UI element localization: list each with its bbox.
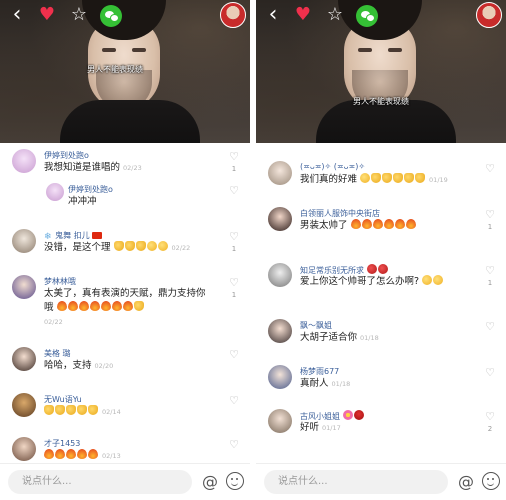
comment-text: 02/14: [44, 405, 121, 419]
comment-input[interactable]: 说点什么...: [264, 470, 448, 494]
comment-text: 好听 01/17: [300, 422, 341, 433]
video-jacket: [60, 100, 200, 143]
heart-icon[interactable]: ♥: [292, 4, 314, 26]
like-icon[interactable]: ♡: [483, 367, 497, 378]
like-icon[interactable]: ♡: [483, 321, 497, 332]
comment-text: 真耐人 01/18: [300, 378, 351, 389]
commenter-avatar[interactable]: [12, 275, 36, 299]
video-caption: 男人不能表现绩: [87, 65, 143, 74]
commenter-avatar[interactable]: [268, 365, 292, 389]
author-avatar[interactable]: [220, 2, 246, 28]
wechat-icon[interactable]: [356, 5, 378, 27]
commenter-avatar[interactable]: [12, 229, 36, 253]
top-bar: ‹ ♥ ☆: [256, 0, 506, 32]
commenter-avatar[interactable]: [12, 347, 36, 371]
comment-list[interactable]: 伊婷到处跑o 我想知道是谁唱的 02/23 ♡ 1 伊婷到处跑o 冲冲冲 ♡ ❄ …: [0, 143, 250, 463]
top-bar: ‹ ♥ ☆: [0, 0, 250, 32]
video-eye-right: [132, 48, 146, 52]
comment-text: 男装太帅了: [300, 219, 417, 233]
like-icon[interactable]: ♡: [227, 185, 241, 196]
comment-text: 哈哈，支持 02/20: [44, 360, 114, 371]
commenter-name[interactable]: 美格 璐: [44, 348, 71, 359]
comment-text: 我们真的好难 01/19: [300, 173, 448, 185]
like-icon[interactable]: ♡: [483, 163, 497, 174]
like-icon[interactable]: ♡: [227, 395, 241, 406]
commenter-avatar[interactable]: [268, 161, 292, 185]
like-count: 1: [231, 245, 237, 253]
commenter-avatar[interactable]: [268, 263, 292, 287]
like-icon[interactable]: ♡: [227, 277, 241, 288]
commenter-name[interactable]: 白领丽人服饰中央街店: [300, 208, 380, 219]
comment-text: 冲冲冲: [68, 196, 97, 207]
comment-list[interactable]: (≖ᴗ≖)✧ (≖ᴗ≖)✧ 我们真的好难 01/19 ♡ 白领丽人服饰中央街店 …: [256, 143, 506, 463]
like-count: 1: [231, 291, 237, 299]
comment-text: 太美了，真有表演的天赋，鼎力支持你哦 02/22: [44, 288, 206, 326]
like-icon[interactable]: ♡: [227, 439, 241, 450]
left-screen: 男人不能表现绩 ‹ ♥ ☆ 伊婷到处跑o 我想知道是谁唱的 02/23 ♡ 1 伊…: [0, 0, 250, 500]
author-avatar[interactable]: [476, 2, 502, 28]
comment-bar: 说点什么... @: [256, 463, 506, 500]
commenter-avatar[interactable]: [268, 409, 292, 433]
wechat-icon[interactable]: [100, 5, 122, 27]
video-caption: 男人不能表现绩: [353, 97, 409, 106]
commenter-name[interactable]: 无Wu语Yu: [44, 394, 82, 405]
emoji-icon[interactable]: [482, 472, 500, 490]
commenter-name[interactable]: 梦林林哦: [44, 276, 76, 287]
back-icon[interactable]: ‹: [6, 4, 28, 26]
commenter-avatar[interactable]: [12, 149, 36, 173]
like-icon[interactable]: ♡: [483, 209, 497, 220]
right-screen: 男人不能表现绩 ‹ ♥ ☆ (≖ᴗ≖)✧ (≖ᴗ≖)✧ 我们真的好难 01/19…: [256, 0, 506, 500]
commenter-avatar[interactable]: [12, 437, 36, 461]
comment-text: 没错，是这个理 02/22: [44, 241, 191, 253]
comment-input[interactable]: 说点什么...: [8, 470, 192, 494]
commenter-avatar[interactable]: [268, 207, 292, 231]
comment-bar: 说点什么... @: [0, 463, 250, 500]
like-count: 1: [231, 165, 237, 173]
commenter-avatar[interactable]: [12, 393, 36, 417]
like-count: 1: [487, 223, 493, 231]
at-icon[interactable]: @: [456, 472, 476, 492]
commenter-name[interactable]: 飘～飘姐: [300, 320, 332, 331]
video-eye-right: [388, 48, 402, 52]
like-count: 2: [487, 425, 493, 433]
like-count: 1: [487, 279, 493, 287]
star-icon[interactable]: ☆: [324, 4, 346, 26]
at-icon[interactable]: @: [200, 472, 220, 492]
comment-text: 爱上你这个帅哥了怎么办啊?: [300, 275, 444, 289]
like-icon[interactable]: ♡: [227, 231, 241, 242]
like-icon[interactable]: ♡: [483, 265, 497, 276]
commenter-avatar[interactable]: [46, 183, 64, 201]
commenter-name[interactable]: 杨梦雨677: [300, 366, 339, 377]
back-icon[interactable]: ‹: [262, 4, 284, 26]
comment-text: 大胡子适合你 01/18: [300, 332, 379, 343]
comment-text: 02/13: [44, 449, 121, 463]
star-icon[interactable]: ☆: [68, 4, 90, 26]
comment-text: 我想知道是谁唱的 02/23: [44, 162, 142, 173]
like-icon[interactable]: ♡: [227, 349, 241, 360]
emoji-icon[interactable]: [226, 472, 244, 490]
commenter-name[interactable]: 伊婷到处跑o: [44, 150, 89, 161]
commenter-name[interactable]: (≖ᴗ≖)✧ (≖ᴗ≖)✧: [300, 162, 365, 171]
commenter-name[interactable]: 伊婷到处跑o: [68, 184, 113, 195]
like-icon[interactable]: ♡: [483, 411, 497, 422]
commenter-avatar[interactable]: [268, 319, 292, 343]
heart-icon[interactable]: ♥: [36, 4, 58, 26]
video-eye-left: [358, 48, 372, 52]
flag-icon: [92, 232, 103, 239]
video-eye-left: [102, 48, 116, 52]
like-icon[interactable]: ♡: [227, 151, 241, 162]
commenter-name[interactable]: 才子1453: [44, 438, 80, 449]
